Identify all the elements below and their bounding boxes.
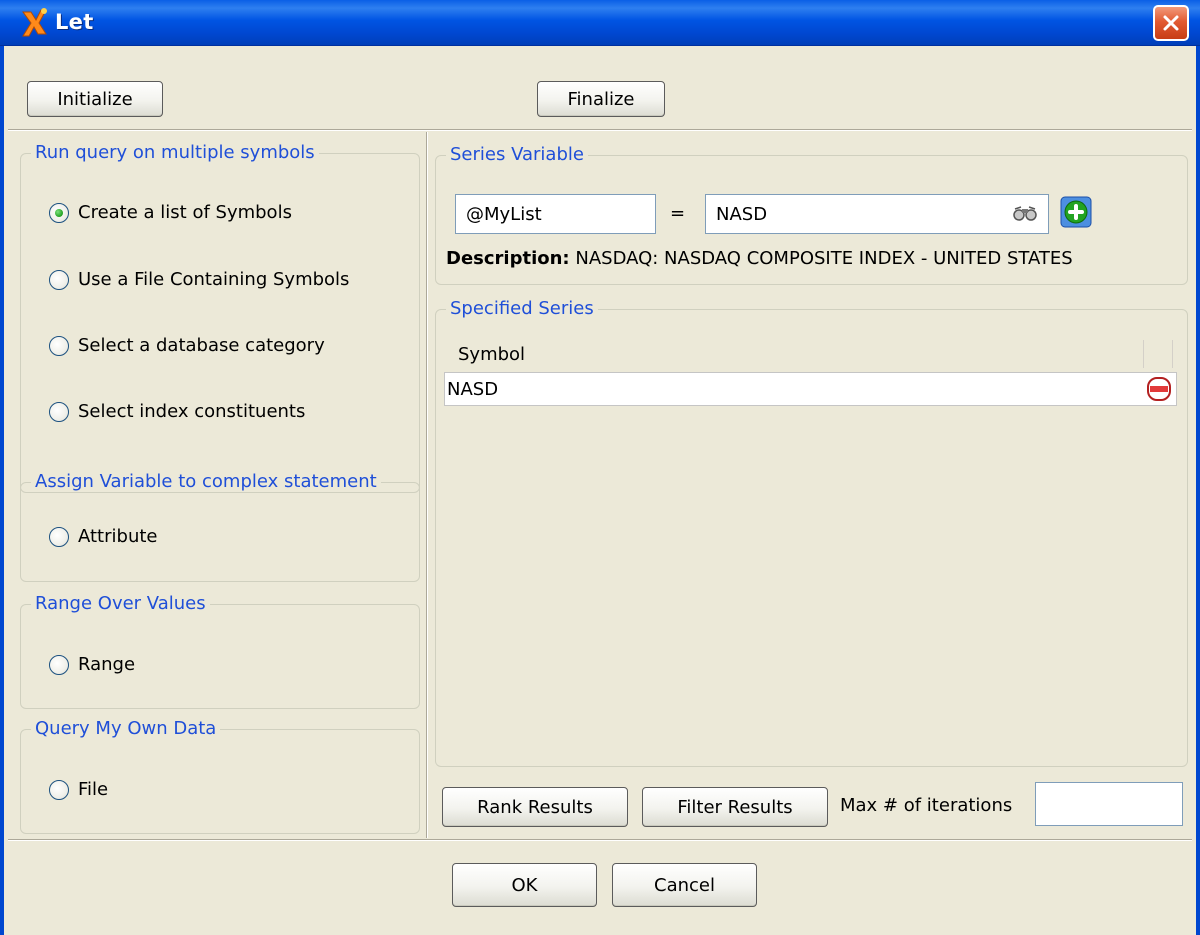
radio-database-category[interactable]: Select a database category	[49, 335, 325, 356]
binoculars-icon[interactable]	[1012, 205, 1038, 223]
radio-index-constituents-label: Select index constituents	[78, 401, 306, 422]
radio-button[interactable]	[49, 269, 69, 290]
cancel-button[interactable]: Cancel	[612, 863, 757, 907]
radio-attribute-label: Attribute	[78, 526, 158, 547]
column-header-symbol[interactable]: Symbol	[458, 344, 525, 365]
window-title: Let	[55, 10, 94, 34]
radio-button-selected[interactable]	[49, 202, 69, 223]
close-button[interactable]	[1153, 5, 1189, 41]
ok-button[interactable]: OK	[452, 863, 597, 907]
remove-icon[interactable]	[1147, 377, 1171, 401]
radio-button[interactable]	[49, 526, 69, 547]
assign-group-title: Assign Variable to complex statement	[31, 471, 381, 492]
series-variable-title: Series Variable	[446, 144, 588, 165]
radio-create-list[interactable]: Create a list of Symbols	[49, 202, 292, 223]
radio-range[interactable]: Range	[49, 654, 135, 675]
radio-button[interactable]	[49, 401, 69, 422]
range-group: Range Over Values Range	[20, 593, 420, 709]
top-divider	[8, 129, 1192, 131]
bottom-divider	[8, 839, 1192, 841]
dialog-body: Initialize Finalize Run query on multipl…	[0, 46, 1200, 935]
assign-group: Assign Variable to complex statement Att…	[20, 471, 420, 582]
query-group-title: Run query on multiple symbols	[31, 142, 319, 163]
variable-name-input[interactable]: @MyList	[455, 194, 656, 234]
panel-divider	[426, 132, 428, 838]
radio-button[interactable]	[49, 335, 69, 356]
symbol-value: NASD	[716, 203, 768, 225]
radio-index-constituents[interactable]: Select index constituents	[49, 401, 305, 422]
equals-sign: =	[670, 203, 686, 224]
radio-range-label: Range	[78, 654, 136, 675]
specified-series-title: Specified Series	[446, 298, 598, 319]
max-iterations-input[interactable]	[1035, 782, 1183, 826]
close-icon	[1163, 15, 1179, 31]
radio-button[interactable]	[49, 654, 69, 675]
column-header-action	[1143, 340, 1173, 368]
variable-name-value: @MyList	[466, 203, 542, 225]
description-label: Description:	[446, 248, 570, 269]
app-x-icon	[22, 8, 47, 37]
range-group-title: Range Over Values	[31, 593, 210, 614]
own-data-group: Query My Own Data File	[20, 718, 420, 834]
radio-use-file[interactable]: Use a File Containing Symbols	[49, 269, 349, 290]
table-header: Symbol	[444, 336, 1177, 372]
symbol-input[interactable]: NASD	[705, 194, 1049, 234]
own-data-group-title: Query My Own Data	[31, 718, 221, 739]
table-cell-symbol: NASD	[447, 379, 499, 400]
description-value: NASDAQ: NASDAQ COMPOSITE INDEX - UNITED …	[575, 248, 1073, 269]
window-frame-left	[0, 46, 4, 935]
radio-file[interactable]: File	[49, 779, 108, 800]
max-iterations-label: Max # of iterations	[840, 795, 1013, 816]
finalize-button[interactable]: Finalize	[537, 81, 665, 117]
radio-button[interactable]	[49, 779, 69, 800]
radio-use-file-label: Use a File Containing Symbols	[78, 269, 350, 290]
radio-attribute[interactable]: Attribute	[49, 526, 157, 547]
rank-results-button[interactable]: Rank Results	[442, 787, 628, 827]
initialize-button[interactable]: Initialize	[27, 81, 163, 117]
radio-file-label: File	[78, 779, 109, 800]
query-group: Run query on multiple symbols Create a l…	[20, 142, 420, 493]
title-bar: Let	[0, 0, 1200, 46]
window-frame-right	[1196, 46, 1200, 935]
radio-database-category-label: Select a database category	[78, 335, 325, 356]
radio-create-list-label: Create a list of Symbols	[78, 202, 292, 223]
filter-results-button[interactable]: Filter Results	[642, 787, 828, 827]
table-row[interactable]: NASD	[444, 372, 1177, 406]
description-line: Description: NASDAQ: NASDAQ COMPOSITE IN…	[446, 248, 1073, 269]
add-icon[interactable]	[1060, 196, 1092, 228]
